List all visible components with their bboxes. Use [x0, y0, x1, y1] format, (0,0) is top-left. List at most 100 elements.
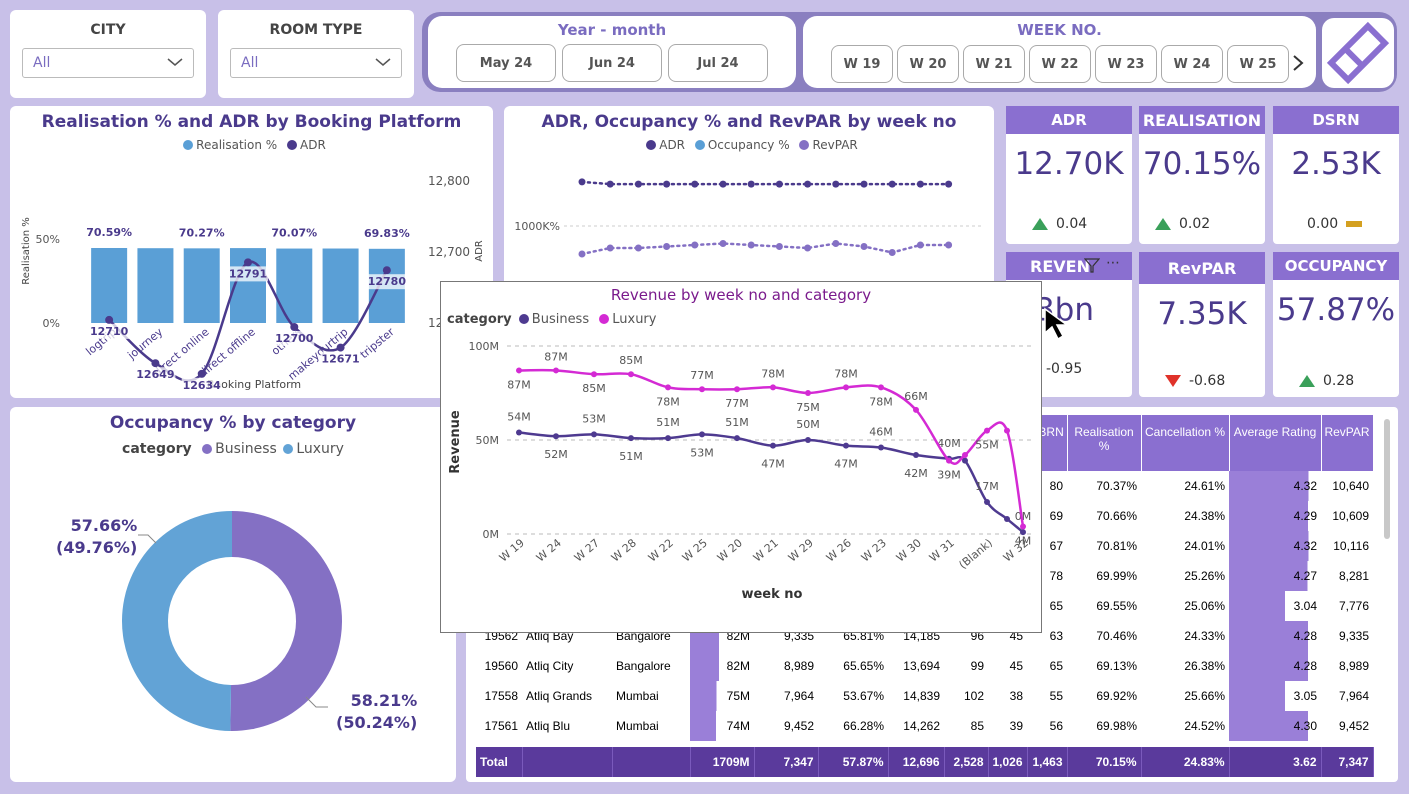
- column-header[interactable]: Average Rating: [1229, 415, 1322, 471]
- adr-value-label: 12791: [229, 267, 267, 280]
- data-label: 85M: [582, 382, 606, 395]
- total-cell: 1,026: [988, 747, 1028, 777]
- series-point: [770, 384, 776, 391]
- donut-label-business: 58.21% (50.24%): [336, 691, 418, 732]
- adr-value-label: 12780: [368, 275, 407, 288]
- total-cell: 57.87%: [818, 747, 889, 777]
- table-row[interactable]: 17561 Atliq Blu Mumbai 74M 9,452 66.28% 14,262…: [476, 711, 1373, 741]
- filter-icon[interactable]: [1083, 257, 1101, 277]
- realisation-adr-chart: Realisation % and ADR by Booking Platfor…: [10, 106, 493, 398]
- week-tile-21[interactable]: W 21: [963, 45, 1025, 83]
- table-cell: 8,281: [1339, 569, 1370, 583]
- table-cell: Atliq City: [526, 659, 574, 673]
- table-total-row: Total 1709M 7,347 57.87% 12,696 2,528 1,026 1,4…: [476, 747, 1374, 777]
- clear-filters-button[interactable]: [1322, 18, 1394, 88]
- data-label: 52M: [544, 448, 568, 461]
- table-cell: 10,640: [1332, 479, 1370, 493]
- month-tile-jun[interactable]: Jun 24: [562, 44, 662, 82]
- week-tile-19[interactable]: W 19: [831, 45, 893, 83]
- total-cell: 24.83%: [1141, 747, 1230, 777]
- total-cell: 2,528: [944, 747, 989, 777]
- table-cell: 24.01%: [1184, 539, 1226, 553]
- adr-point: [197, 369, 206, 378]
- kpi-realisation-label: REALISATION: [1139, 106, 1265, 134]
- week-tile-22[interactable]: W 22: [1029, 45, 1091, 83]
- column-header[interactable]: Cancellation %: [1141, 415, 1230, 471]
- table-cell: 70.37%: [1096, 479, 1138, 493]
- revenue-chart-plot: 100M50M0MRevenueweek noW 19 W 24 W 27 W 28 W…: [448, 340, 1033, 602]
- chevron-right-icon[interactable]: [1292, 54, 1304, 76]
- table-cell: 82M: [690, 651, 754, 681]
- kpi-dsrn-delta: 0.00: [1307, 216, 1339, 232]
- adr-point: [382, 266, 391, 275]
- data-label: 47M: [834, 458, 858, 471]
- table-cell: 7,964: [1339, 689, 1370, 703]
- data-label: 53M: [690, 446, 714, 459]
- data-label: 78M: [656, 395, 680, 408]
- series-point: [832, 240, 840, 247]
- table-cell: 69.99%: [1096, 569, 1138, 583]
- table-cell: 69.55%: [1096, 599, 1138, 613]
- chevron-down-icon: [375, 55, 391, 71]
- occupancy-category-chart: Occupancy % by category category Busines…: [10, 407, 456, 782]
- table-cell: 55: [1049, 689, 1064, 703]
- table-scrollbar[interactable]: [1384, 419, 1390, 539]
- series-point: [663, 243, 671, 250]
- x-tick-label: W 26: [824, 536, 854, 564]
- table-cell: 4.27: [1229, 561, 1322, 591]
- total-cell: 70.15%: [1067, 747, 1142, 777]
- series-point: [699, 386, 705, 393]
- table-cell: 53.67%: [843, 689, 884, 703]
- x-tick-label: W 30: [894, 536, 924, 564]
- data-label: 87M: [507, 378, 531, 391]
- column-header[interactable]: RevPAR: [1321, 415, 1374, 471]
- week-tile-25[interactable]: W 25: [1227, 45, 1289, 83]
- series-point: [665, 384, 671, 391]
- city-dropdown[interactable]: All: [22, 48, 194, 78]
- room-type-dropdown[interactable]: All: [230, 48, 402, 78]
- kpi-revpar-delta: -0.68: [1189, 373, 1226, 389]
- series-point: [516, 429, 522, 436]
- table-cell: 25.06%: [1184, 599, 1226, 613]
- total-cell: 12,696: [888, 747, 945, 777]
- total-cell: [612, 747, 691, 777]
- data-label: 78M: [761, 367, 785, 380]
- series-point: [628, 435, 634, 442]
- series-point: [553, 367, 559, 374]
- donut-slice-luxury: [122, 511, 232, 731]
- column-header[interactable]: Realisation %: [1067, 415, 1142, 471]
- data-label: 42M: [904, 467, 928, 480]
- table-cell: 7,776: [1339, 599, 1370, 613]
- kpi-revenue-delta: -0.95: [1046, 361, 1083, 377]
- table-cell: Atliq Blu: [526, 719, 571, 733]
- room-type-slicer: ROOM TYPE All: [218, 10, 414, 98]
- bar-value-label: 69.83%: [364, 227, 410, 240]
- series-point: [916, 180, 924, 188]
- series-point: [878, 384, 884, 391]
- series-point: [1004, 515, 1010, 522]
- data-label: 51M: [619, 450, 643, 463]
- table-cell: 24.52%: [1184, 719, 1226, 733]
- kpi-occupancy-label: OCCUPANCY: [1273, 252, 1399, 280]
- series-point: [606, 180, 614, 188]
- month-tile-jul[interactable]: Jul 24: [668, 44, 768, 82]
- more-options-icon[interactable]: ⋯: [1106, 255, 1121, 271]
- data-label: 54M: [507, 410, 531, 423]
- month-tile-may[interactable]: May 24: [456, 44, 556, 82]
- series-point: [578, 178, 586, 186]
- table-row[interactable]: 17558 Atliq Grands Mumbai 75M 7,964 53.67% 14,…: [476, 681, 1373, 711]
- table-row[interactable]: 19560 Atliq City Bangalore 82M 8,989 65.65% 13…: [476, 651, 1373, 681]
- data-label: 77M: [725, 397, 749, 410]
- realisation-bar: [276, 248, 313, 323]
- data-label: 46M: [869, 426, 893, 439]
- week-tile-24[interactable]: W 24: [1161, 45, 1223, 83]
- x-tick-label: W 25: [680, 536, 710, 564]
- y-axis-label: Revenue: [448, 410, 463, 474]
- week-tile-20[interactable]: W 20: [897, 45, 959, 83]
- table-cell: 3.05: [1229, 681, 1322, 711]
- series-point: [665, 435, 671, 442]
- adr-value-label: 12671: [321, 353, 359, 366]
- week-tile-23[interactable]: W 23: [1095, 45, 1157, 83]
- table-cell: 70.81%: [1096, 539, 1138, 553]
- adr-point: [105, 315, 114, 324]
